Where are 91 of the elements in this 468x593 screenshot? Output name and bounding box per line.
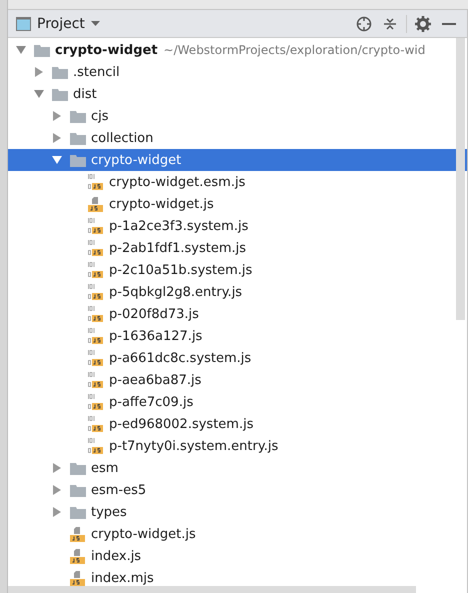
item-name: esm-es5 bbox=[91, 482, 146, 498]
file-row[interactable]: p-a661dc8c.system.js bbox=[8, 347, 467, 369]
js-file-icon bbox=[70, 548, 86, 564]
folder-row[interactable]: cjs bbox=[8, 105, 467, 127]
folder-icon bbox=[70, 462, 86, 474]
item-name: index.js bbox=[91, 548, 142, 564]
vertical-scrollbar[interactable] bbox=[456, 38, 465, 320]
compiled-js-file-icon bbox=[88, 306, 104, 322]
folder-icon bbox=[70, 154, 86, 166]
item-name: p-1a2ce3f3.system.js bbox=[109, 218, 248, 234]
item-name: p-020f8d73.js bbox=[109, 306, 199, 322]
folder-row[interactable]: collection bbox=[8, 127, 467, 149]
item-name: p-ed968002.system.js bbox=[109, 416, 254, 432]
compiled-js-file-icon bbox=[88, 372, 104, 388]
file-row[interactable]: p-aea6ba87.js bbox=[8, 369, 467, 391]
collapsed-arrow-icon[interactable] bbox=[52, 485, 62, 495]
folder-icon bbox=[52, 88, 68, 100]
js-file-icon bbox=[88, 196, 104, 212]
compiled-js-file-icon bbox=[88, 218, 104, 234]
compiled-js-file-icon bbox=[88, 416, 104, 432]
folder-icon bbox=[34, 44, 50, 56]
item-name: p-2ab1fdf1.system.js bbox=[109, 240, 246, 256]
folder-row[interactable]: crypto-widget bbox=[8, 149, 467, 171]
collapsed-arrow-icon[interactable] bbox=[52, 507, 62, 517]
item-name: esm bbox=[91, 460, 118, 476]
folder-row[interactable]: dist bbox=[8, 83, 467, 105]
item-name: crypto-widget bbox=[55, 42, 158, 58]
file-row[interactable]: p-t7nyty0i.system.entry.js bbox=[8, 435, 467, 457]
file-row[interactable]: p-2ab1fdf1.system.js bbox=[8, 237, 467, 259]
dropdown-caret-icon bbox=[90, 21, 100, 26]
item-name: p-1636a127.js bbox=[109, 328, 202, 344]
folder-icon bbox=[70, 506, 86, 518]
compiled-js-file-icon bbox=[88, 262, 104, 278]
file-row[interactable]: crypto-widget.js bbox=[8, 523, 467, 545]
compiled-js-file-icon bbox=[88, 174, 104, 190]
file-row[interactable]: p-ed968002.system.js bbox=[8, 413, 467, 435]
item-name: cjs bbox=[91, 108, 109, 124]
file-row[interactable]: p-020f8d73.js bbox=[8, 303, 467, 325]
folder-row[interactable]: esm bbox=[8, 457, 467, 479]
item-name: p-affe7c09.js bbox=[109, 394, 194, 410]
item-name: crypto-widget bbox=[91, 152, 182, 168]
item-name: .stencil bbox=[73, 64, 120, 80]
file-row[interactable]: p-2c10a51b.system.js bbox=[8, 259, 467, 281]
folder-icon bbox=[70, 132, 86, 144]
item-name: index.mjs bbox=[91, 570, 154, 586]
collapsed-arrow-icon[interactable] bbox=[52, 111, 62, 121]
window-icon bbox=[16, 16, 31, 30]
file-row[interactable]: p-affe7c09.js bbox=[8, 391, 467, 413]
compiled-js-file-icon bbox=[88, 394, 104, 410]
folder-icon bbox=[52, 66, 68, 78]
expanded-arrow-icon[interactable] bbox=[16, 45, 26, 55]
item-name: dist bbox=[73, 86, 97, 102]
compiled-js-file-icon bbox=[88, 438, 104, 454]
item-name: collection bbox=[91, 130, 154, 146]
collapsed-arrow-icon[interactable] bbox=[34, 67, 44, 77]
compiled-js-file-icon bbox=[88, 240, 104, 256]
settings-icon[interactable] bbox=[413, 14, 433, 34]
file-row[interactable]: index.js bbox=[8, 545, 467, 567]
expanded-arrow-icon[interactable] bbox=[52, 155, 62, 165]
compiled-js-file-icon bbox=[88, 328, 104, 344]
file-row[interactable]: index.mjs bbox=[8, 567, 467, 589]
collapsed-arrow-icon[interactable] bbox=[52, 133, 62, 143]
item-name: crypto-widget.esm.js bbox=[109, 174, 246, 190]
file-row[interactable]: p-1a2ce3f3.system.js bbox=[8, 215, 467, 237]
file-row[interactable]: p-1636a127.js bbox=[8, 325, 467, 347]
view-selector[interactable]: Project bbox=[16, 16, 100, 32]
item-name: p-aea6ba87.js bbox=[109, 372, 202, 388]
item-name: p-2c10a51b.system.js bbox=[109, 262, 252, 278]
folder-row[interactable]: esm-es5 bbox=[8, 479, 467, 501]
item-name: crypto-widget.js bbox=[109, 196, 214, 212]
folder-row[interactable]: .stencil bbox=[8, 61, 467, 83]
file-row[interactable]: p-5qbkgl2g8.entry.js bbox=[8, 281, 467, 303]
folder-icon bbox=[70, 110, 86, 122]
expanded-arrow-icon[interactable] bbox=[34, 89, 44, 99]
compiled-js-file-icon bbox=[88, 284, 104, 300]
item-name: p-5qbkgl2g8.entry.js bbox=[109, 284, 242, 300]
project-path: ~/WebstormProjects/exploration/crypto-wid bbox=[164, 43, 426, 57]
folder-row[interactable]: crypto-widget ~/WebstormProjects/exploration/crypto-wid bbox=[8, 39, 467, 61]
folder-icon bbox=[70, 484, 86, 496]
item-name: crypto-widget.js bbox=[91, 526, 196, 542]
item-name: p-t7nyty0i.system.entry.js bbox=[109, 438, 278, 454]
file-row[interactable]: crypto-widget.js bbox=[8, 193, 467, 215]
folder-row[interactable]: types bbox=[8, 501, 467, 523]
file-row[interactable]: crypto-widget.esm.js bbox=[8, 171, 467, 193]
collapsed-arrow-icon[interactable] bbox=[52, 463, 62, 473]
item-name: types bbox=[91, 504, 127, 520]
js-file-icon bbox=[70, 526, 86, 542]
horizontal-scrollbar[interactable] bbox=[8, 586, 416, 593]
compiled-js-file-icon bbox=[88, 350, 104, 366]
item-name: p-a661dc8c.system.js bbox=[109, 350, 252, 366]
js-file-icon bbox=[70, 570, 86, 586]
